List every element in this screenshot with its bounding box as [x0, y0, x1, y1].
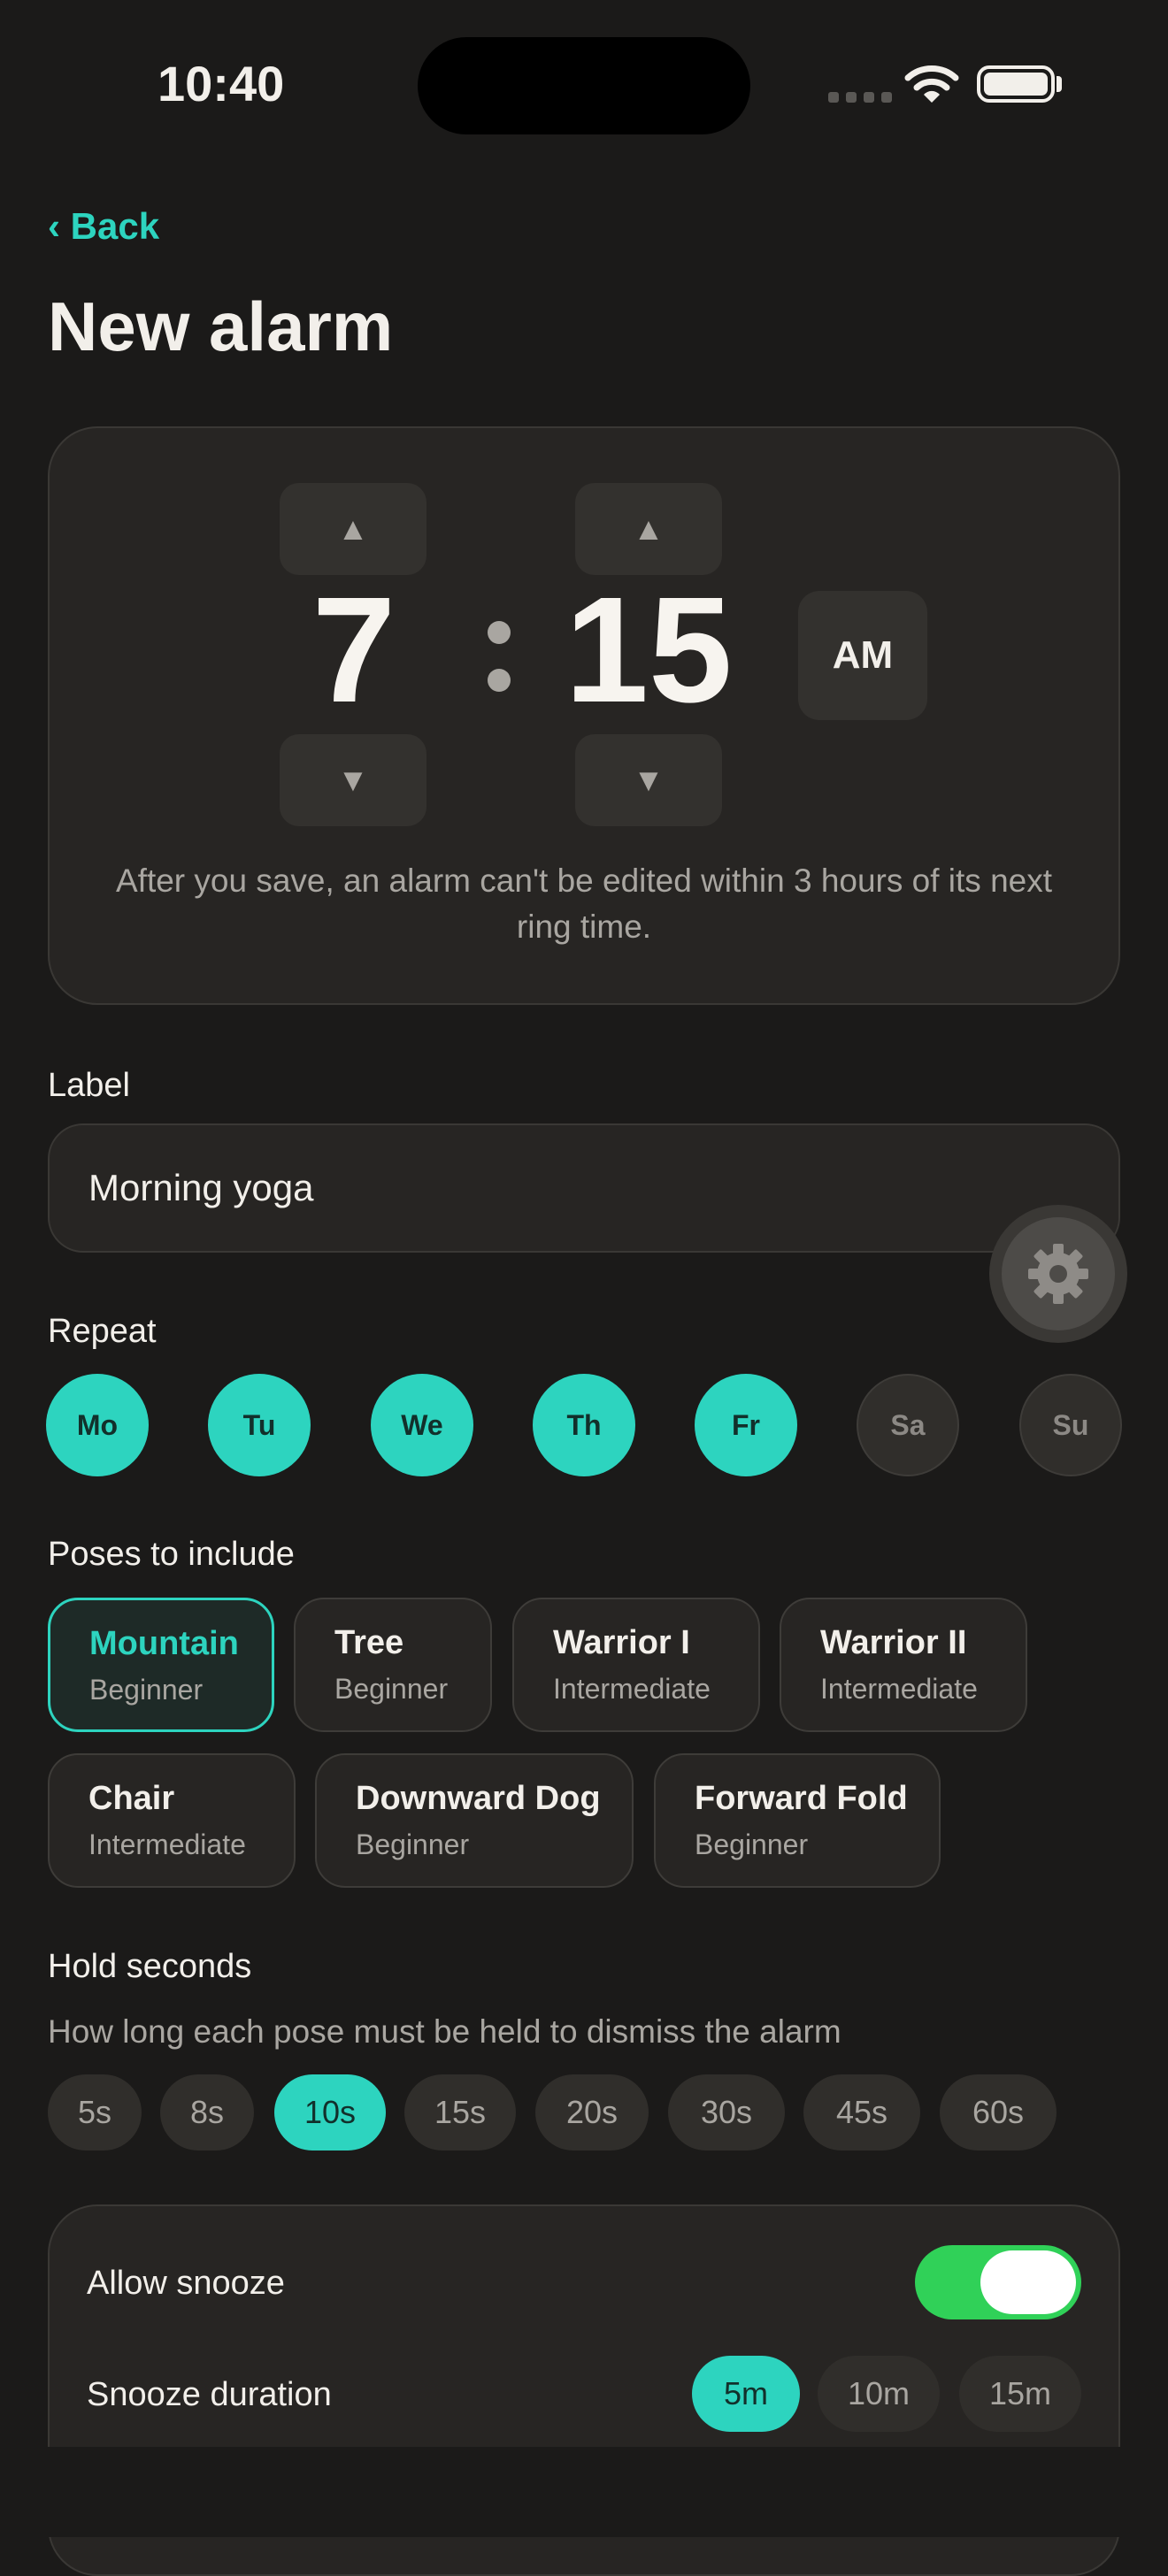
pose-level: Beginner	[356, 1828, 470, 1860]
day-toggle-tu[interactable]: Tu	[208, 1374, 311, 1476]
back-button[interactable]: ‹ Back	[48, 205, 159, 248]
toggle-knob	[980, 2250, 1076, 2314]
day-toggle-su[interactable]: Su	[1019, 1374, 1122, 1476]
pose-chip-downward-dog[interactable]: Downward Dog Beginner	[315, 1753, 634, 1888]
gear-icon	[1028, 1244, 1088, 1304]
status-time: 10:40	[158, 56, 285, 111]
day-toggle-we[interactable]: We	[371, 1374, 473, 1476]
dynamic-island	[418, 37, 750, 134]
pose-name: Mountain	[89, 1625, 239, 1662]
cellular-signal-icon	[828, 92, 892, 103]
edit-lock-note: After you save, an alarm can't be edited…	[115, 862, 1053, 945]
hold-chip-15s[interactable]: 15s	[404, 2074, 516, 2150]
hold-chip-30s[interactable]: 30s	[668, 2074, 785, 2150]
snooze-chip-5m[interactable]: 5m	[692, 2356, 800, 2432]
repeat-heading: Repeat	[48, 1313, 157, 1350]
day-toggle-fr[interactable]: Fr	[695, 1374, 797, 1476]
pose-level: Intermediate	[820, 1673, 978, 1705]
pose-name: Downward Dog	[356, 1780, 601, 1817]
pose-chip-forward-fold[interactable]: Forward Fold Beginner	[654, 1753, 941, 1888]
pose-level: Intermediate	[88, 1828, 246, 1860]
hold-chip-5s[interactable]: 5s	[48, 2074, 142, 2150]
label-heading: Label	[48, 1067, 130, 1104]
pose-name: Forward Fold	[695, 1780, 908, 1817]
allow-snooze-label: Allow snooze	[87, 2265, 285, 2302]
hour-down-button[interactable]: ▼	[280, 734, 426, 826]
snooze-chip-15m[interactable]: 15m	[959, 2356, 1081, 2432]
time-colon-top	[488, 621, 511, 644]
hold-chip-10s[interactable]: 10s	[274, 2074, 386, 2150]
minute-up-button[interactable]: ▲	[575, 483, 722, 575]
minute-down-button[interactable]: ▼	[575, 734, 722, 826]
hold-hint: How long each pose must be held to dismi…	[48, 2013, 841, 2050]
pose-level: Beginner	[334, 1673, 449, 1705]
pose-name: Warrior I	[553, 1624, 690, 1661]
hold-chip-45s[interactable]: 45s	[803, 2074, 920, 2150]
pose-chip-warrior-ii[interactable]: Warrior II Intermediate	[780, 1598, 1027, 1732]
hold-chip-60s[interactable]: 60s	[940, 2074, 1057, 2150]
snooze-chip-10m[interactable]: 10m	[818, 2356, 940, 2432]
wifi-icon	[904, 65, 959, 103]
pose-name: Warrior II	[820, 1624, 967, 1661]
allow-snooze-toggle[interactable]	[915, 2245, 1081, 2319]
hold-heading: Hold seconds	[48, 1948, 252, 1985]
battery-icon	[977, 65, 1055, 103]
hold-chip-8s[interactable]: 8s	[160, 2074, 254, 2150]
pose-chip-mountain[interactable]: Mountain Beginner	[48, 1598, 274, 1732]
battery-tip	[1057, 76, 1062, 92]
pose-chip-warrior-i[interactable]: Warrior I Intermediate	[512, 1598, 760, 1732]
day-toggle-th[interactable]: Th	[533, 1374, 635, 1476]
am-pm-toggle[interactable]: AM	[798, 591, 927, 720]
poses-heading: Poses to include	[48, 1536, 295, 1573]
bottom-cutoff	[0, 2447, 1168, 2537]
day-toggle-sa[interactable]: Sa	[857, 1374, 959, 1476]
minute-value[interactable]: 15	[549, 575, 749, 725]
pose-level: Beginner	[89, 1674, 204, 1706]
day-toggle-mo[interactable]: Mo	[46, 1374, 149, 1476]
label-input[interactable]: Morning yoga	[48, 1123, 1120, 1253]
pose-chip-tree[interactable]: Tree Beginner	[294, 1598, 492, 1732]
page-title: New alarm	[48, 288, 394, 365]
hour-up-button[interactable]: ▲	[280, 483, 426, 575]
settings-button[interactable]	[989, 1205, 1127, 1343]
hour-value[interactable]: 7	[265, 575, 442, 725]
time-colon-bottom	[488, 669, 511, 692]
hold-chip-20s[interactable]: 20s	[535, 2074, 649, 2150]
pose-name: Chair	[88, 1780, 175, 1817]
pose-chip-chair[interactable]: Chair Intermediate	[48, 1753, 296, 1888]
pose-level: Intermediate	[553, 1673, 711, 1705]
pose-level: Beginner	[695, 1828, 809, 1860]
snooze-duration-label: Snooze duration	[87, 2376, 332, 2413]
label-input-value: Morning yoga	[88, 1167, 314, 1208]
pose-name: Tree	[334, 1624, 404, 1661]
